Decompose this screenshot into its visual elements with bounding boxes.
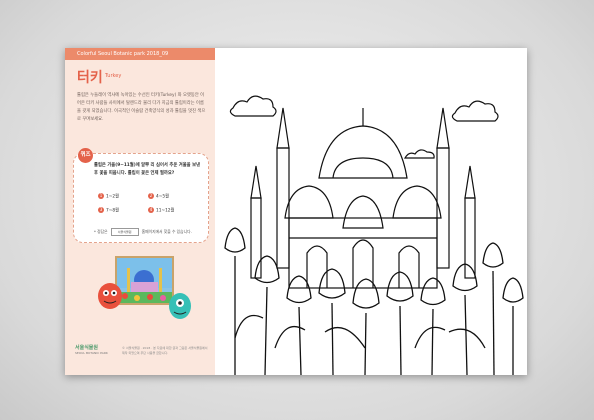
quiz-option-3: 3 7~8월 [98, 207, 120, 214]
quiz-question: 튤립은 가을(9~11월)에 알뿌 리 심어서 추운 겨울을 보낸 후 꽃을 피… [94, 163, 201, 176]
page-title: 터키 [77, 70, 103, 86]
quiz-option-4: 4 11~12월 [148, 207, 175, 214]
series-header: Colorful Seoul Botanic park 2018_09 [65, 48, 215, 60]
quiz-option-2: 2 4~5월 [148, 193, 170, 200]
answer-input-box: 서울식물원 [110, 228, 139, 236]
quiz-badge: 퀴즈 [78, 148, 93, 163]
coloring-illustration [215, 48, 527, 375]
red-monster-character [98, 283, 122, 309]
quiz-box: 퀴즈 튤립은 가을(9~11월)에 알뿌 리 심어서 추운 겨울을 보낸 후 꽃… [73, 148, 209, 243]
info-panel: Colorful Seoul Botanic park 2018_09 터키 T… [65, 48, 215, 375]
teal-monster-character [169, 293, 191, 319]
botanic-park-logo: 서울식물원 SEOUL BOTANIC PARK [75, 345, 108, 355]
quiz-answer-note: * 정답은 서울식물원 홈페이지에서 찾을 수 있습니다. [94, 228, 192, 236]
quiz-option-1: 1 1~2월 [98, 193, 120, 200]
footer-note: © 서울식물원 · 2018 · 본 자료에 대한 글과 그림은 서울식물원에서… [122, 346, 208, 355]
page-subtitle: Turkey [105, 73, 122, 79]
coloring-sheet: Colorful Seoul Botanic park 2018_09 터키 T… [65, 48, 527, 375]
description: 튤립은 누들레이 역사에 녹아있는 수선인 터키(Turkey) 와 오랫동안 … [77, 93, 206, 122]
